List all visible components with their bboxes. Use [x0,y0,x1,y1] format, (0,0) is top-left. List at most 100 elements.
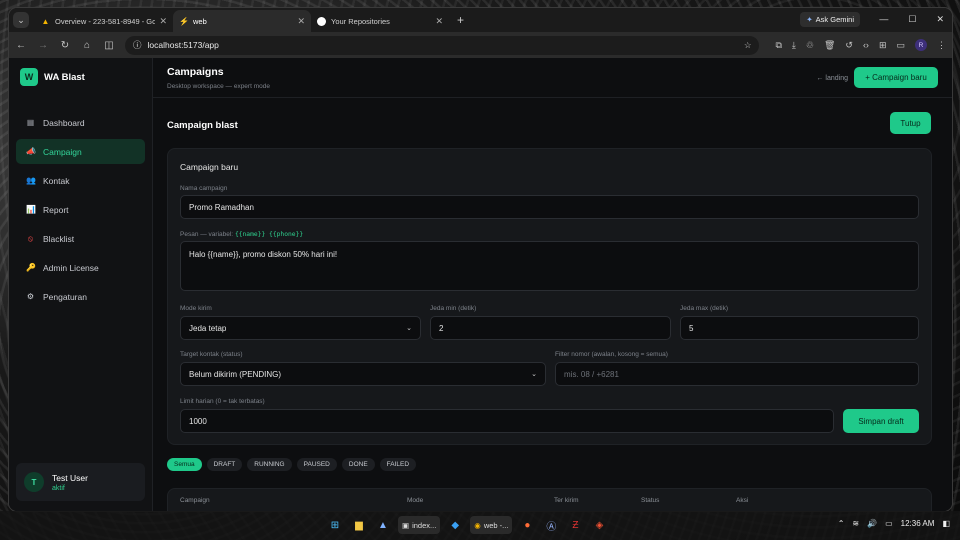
name-label: Nama campaign [180,185,228,192]
contacts-icon: 👥 [26,176,36,185]
taskbar-app-terminal[interactable]: ▣ index... [398,516,441,534]
column-header-status: Status [641,497,660,504]
tab-title: Overview - 223-581-8949 - Goo [55,16,156,26]
campaign-table: Campaign Mode Ter kirim Status Aksi [167,488,932,511]
taskbar: ⊞ ▆ ▲ ▣ index... ◆ ◉ web -... ● Ⓐ Ƶ ◈ ⌃ … [0,511,960,540]
new-campaign-button[interactable]: + Campaign baru [854,67,938,88]
ask-gemini-button[interactable]: ✦ Ask Gemini [800,12,860,27]
taskbar-app-chrome[interactable]: ◉ web -... [470,516,513,534]
close-tab-icon[interactable]: ✕ [435,16,443,27]
campaign-name-input[interactable]: Promo Ramadhan [180,195,919,219]
user-info: Test User aktif [52,473,88,492]
close-tab-icon[interactable]: ✕ [159,16,167,27]
download-icon[interactable]: ⤓ [792,40,796,51]
daily-limit-input[interactable]: 1000 [180,409,834,433]
reload-icon[interactable]: ↻ [59,40,71,51]
user-name: Test User [52,472,88,483]
status-filter-tabs: Semua DRAFT RUNNING PAUSED DONE FAILED [167,458,417,471]
notification-icon[interactable]: ◧ [942,519,950,528]
filter-tab-running[interactable]: RUNNING [247,458,292,471]
grid-icon[interactable]: ⊞ [879,40,887,51]
filezilla-icon[interactable]: Ƶ [566,516,584,534]
mode-select[interactable]: Jeda tetap ⌄ [180,316,421,340]
close-tab-icon[interactable]: ✕ [297,16,305,27]
app-icon[interactable]: ▲ [374,516,392,534]
tab-google-ads[interactable]: ▲ Overview - 223-581-8949 - Goo ✕ [35,10,173,32]
user-card[interactable]: T Test User aktif [16,463,145,501]
sidebar-item-pengaturan[interactable]: ⚙ Pengaturan [16,284,145,309]
filter-tab-paused[interactable]: PAUSED [296,458,337,471]
home-icon[interactable]: ⌂ [81,40,93,51]
tab-web[interactable]: ⚡ web ✕ [173,10,311,32]
github-icon [317,16,326,26]
vscode-icon[interactable]: ◆ [446,516,464,534]
form-title: Campaign baru [180,162,239,172]
close-button[interactable]: Tutup [890,112,931,134]
sidebar-item-blacklist[interactable]: ⦸ Blacklist [16,226,145,251]
message-label: Pesan — variabel: {{name}} {{phone}} [180,231,303,238]
brand[interactable]: W WA Blast [20,68,145,86]
address-bar[interactable]: ⓘ localhost:5173/app ☆ [125,35,760,55]
sidebar-item-campaign[interactable]: 📣 Campaign [16,139,145,164]
new-tab-button[interactable]: + [457,13,464,27]
page-header: Campaigns Desktop workspace — expert mod… [153,58,952,98]
site-info-icon[interactable]: ⓘ [133,39,142,51]
cast-icon[interactable]: ▭ [896,40,905,51]
limit-label: Limit harian (0 = tak terbatas) [180,398,265,405]
sidebar-item-admin-license[interactable]: 🔑 Admin License [16,255,145,280]
split-view-icon[interactable]: ◫ [103,40,115,51]
ask-gemini-label: Ask Gemini [815,15,854,24]
start-icon[interactable]: ⊞ [326,516,344,534]
profile-avatar[interactable]: R [915,39,927,51]
save-draft-button[interactable]: Simpan draft [843,409,919,433]
avatar: T [24,472,44,492]
dashboard-icon: ▦ [26,118,35,127]
volume-icon[interactable]: 🔊 [867,519,877,528]
delay-max-input[interactable]: 5 [680,316,919,340]
message-textarea[interactable]: Halo {{name}}, promo diskon 50% hari ini… [180,241,919,291]
postman-icon[interactable]: ● [518,516,536,534]
sidebar-item-kontak[interactable]: 👥 Kontak [16,168,145,193]
arc-icon[interactable]: Ⓐ [542,516,560,534]
bookmark-star-icon[interactable]: ☆ [744,40,752,51]
forward-icon[interactable]: → [37,40,49,51]
filter-tab-draft[interactable]: DRAFT [206,458,243,471]
filter-input[interactable]: mis. 08 / +6281 [555,362,919,386]
block-icon: ⦸ [27,233,34,243]
recycle-icon[interactable]: ♲ [806,40,814,51]
url-text: localhost:5173/app [147,40,219,50]
sidebar-item-label: Blacklist [43,233,75,244]
tab-github[interactable]: Your Repositories ✕ [311,10,449,32]
trash-icon[interactable]: 🗑 [824,40,835,51]
sidebar-item-dashboard[interactable]: ▦ Dashboard [16,110,145,135]
sidebar-item-label: Kontak [43,175,70,186]
chevron-up-icon[interactable]: ⌃ [838,519,845,528]
history-icon[interactable]: ↺ [845,40,853,51]
filter-tab-failed[interactable]: FAILED [379,458,417,471]
minimize-icon[interactable]: — [879,14,888,25]
sidebar-item-report[interactable]: 📊 Report [16,197,145,222]
git-icon[interactable]: ◈ [590,516,608,534]
section-title: Campaign blast [167,120,238,131]
close-window-icon[interactable]: ✕ [936,14,944,25]
wifi-icon[interactable]: ≋ [852,519,859,528]
filter-tab-done[interactable]: DONE [341,458,375,471]
key-icon: 🔑 [26,263,36,272]
tab-search-button[interactable]: ⌄ [13,12,29,28]
delay-min-input[interactable]: 2 [430,316,671,340]
battery-icon[interactable]: ▭ [885,519,893,528]
kebab-menu-icon[interactable]: ⋮ [937,40,946,51]
column-header-actions: Aksi [736,497,749,504]
mode-label: Mode kirim [180,305,212,312]
maximize-icon[interactable]: ☐ [908,14,916,25]
clock[interactable]: 12:36 AM [901,519,935,528]
back-icon[interactable]: ← [15,40,27,51]
landing-link[interactable]: ← landing [816,75,848,82]
target-select[interactable]: Belum dikirim (PENDING) ⌄ [180,362,546,386]
extensions-icon[interactable]: ⧉ [775,40,781,51]
devtools-icon[interactable]: ‹› [863,40,869,50]
file-explorer-icon[interactable]: ▆ [350,516,368,534]
sidebar-item-label: Admin License [43,262,99,273]
filter-tab-all[interactable]: Semua [167,458,202,471]
gear-icon: ⚙ [26,292,35,301]
